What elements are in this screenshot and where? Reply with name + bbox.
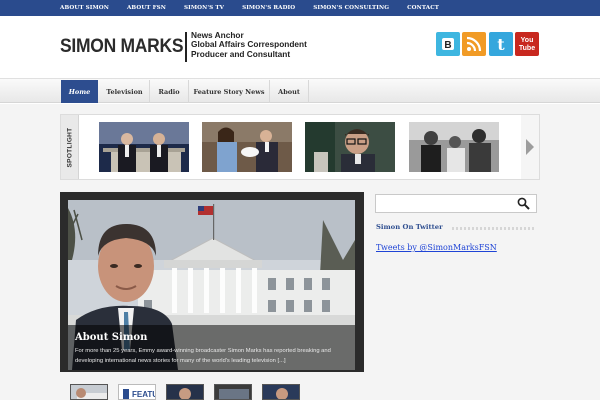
twitter-widget-heading: Simon On Twitter <box>376 223 443 231</box>
nav-feature-story-news[interactable]: Feature Story News <box>189 80 270 103</box>
main-nav: Home Television Radio Feature Story News… <box>0 78 600 103</box>
spotlight-thumb-3[interactable] <box>305 122 395 172</box>
top-nav-simons-radio[interactable]: SIMON'S RADIO <box>242 5 295 11</box>
nav-home[interactable]: Home <box>61 80 98 103</box>
svg-text:B: B <box>444 40 451 51</box>
feature-title[interactable]: About Simon <box>75 332 147 343</box>
widget-heading-rule <box>452 227 536 230</box>
top-nav-simons-consulting[interactable]: SIMON'S CONSULTING <box>313 5 389 11</box>
top-nav: ABOUT SIMON ABOUT FSN SIMON'S TV SIMON'S… <box>60 0 457 16</box>
spotlight-thumb-1[interactable] <box>99 122 189 172</box>
site-logo-name[interactable]: SIMON MARKS <box>60 36 183 58</box>
blogger-icon[interactable]: B <box>436 32 460 56</box>
search-icon[interactable] <box>516 196 531 211</box>
logo-divider <box>185 32 187 62</box>
feature-thumb-3[interactable] <box>166 384 204 400</box>
site-header: SIMON MARKS News Anchor Global Affairs C… <box>0 16 600 78</box>
top-nav-about-simon[interactable]: ABOUT SIMON <box>60 5 109 11</box>
svg-text:t: t <box>497 36 505 52</box>
top-nav-simons-tv[interactable]: SIMON'S TV <box>184 5 224 11</box>
svg-text:Tube: Tube <box>519 45 535 52</box>
tweets-by-link[interactable]: Tweets by @SimonMarksFSN <box>376 243 497 252</box>
feature-thumb-2[interactable]: FEATU STO <box>118 384 156 400</box>
feature-thumb-4[interactable] <box>214 384 252 400</box>
youtube-icon[interactable]: You Tube <box>515 32 539 56</box>
feature-thumb-1[interactable] <box>70 384 108 400</box>
svg-text:You: You <box>521 37 534 44</box>
nav-about[interactable]: About <box>270 80 309 103</box>
tagline-line-3: Producer and Consultant <box>191 48 291 59</box>
svg-text:FEATU STO: FEATU STO <box>132 390 156 399</box>
feature-thumb-5[interactable] <box>262 384 300 400</box>
spotlight-next-arrow-icon[interactable] <box>521 115 539 179</box>
search-input[interactable] <box>375 194 537 213</box>
spotlight-thumb-2[interactable] <box>202 122 292 172</box>
feature-excerpt: For more than 25 years, Emmy award-winni… <box>75 348 331 364</box>
spotlight-thumb-4[interactable] <box>409 122 499 172</box>
spotlight-label: SPOTLIGHT <box>61 115 79 179</box>
twitter-icon[interactable]: t <box>489 32 513 56</box>
nav-radio[interactable]: Radio <box>150 80 189 103</box>
site-tagline: News Anchor Global Affairs Correspondent… <box>191 30 307 59</box>
rss-icon[interactable] <box>462 32 486 56</box>
top-nav-about-fsn[interactable]: ABOUT FSN <box>127 5 166 11</box>
top-nav-contact[interactable]: CONTACT <box>407 5 439 11</box>
spotlight-label-text: SPOTLIGHT <box>66 127 73 167</box>
nav-television[interactable]: Television <box>100 80 150 103</box>
